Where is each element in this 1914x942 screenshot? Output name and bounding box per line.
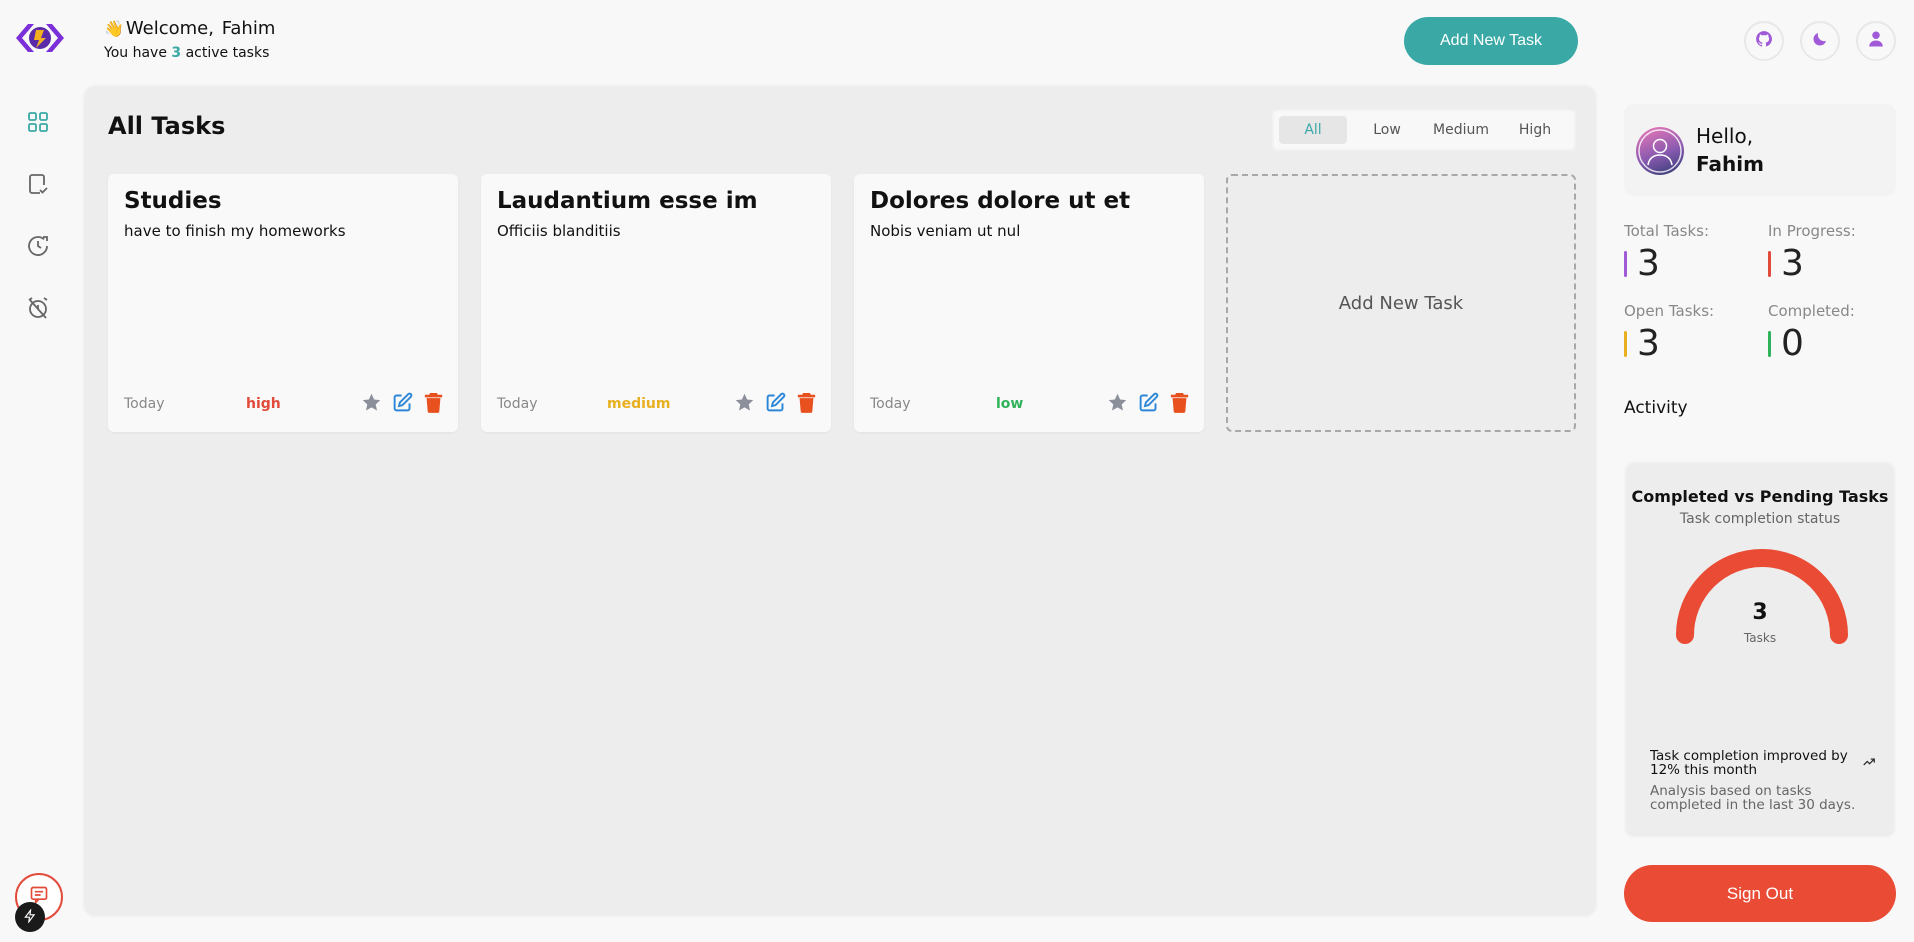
task-card: Studies have to finish my homeworks Toda… — [108, 174, 458, 432]
active-tasks-text: You have 3 active tasks — [104, 45, 275, 61]
stat-in-progress: In Progress: 3 — [1768, 222, 1898, 282]
task-priority: low — [996, 396, 1024, 412]
stat-bar — [1624, 331, 1627, 357]
star-icon[interactable] — [361, 392, 382, 413]
avatar[interactable] — [1636, 127, 1684, 175]
filter-low[interactable]: Low — [1353, 116, 1421, 144]
filter-high[interactable]: High — [1501, 116, 1569, 144]
stat-label: In Progress: — [1768, 222, 1856, 240]
stat-label: Total Tasks: — [1624, 222, 1710, 240]
user-icon — [1867, 30, 1885, 52]
trash-icon[interactable] — [423, 392, 444, 413]
task-actions — [1107, 392, 1190, 413]
welcome-heading: 👋 Welcome, Fahim — [104, 18, 275, 39]
profile-card: Hello, Fahim — [1624, 104, 1896, 196]
theme-toggle-button[interactable] — [1800, 21, 1840, 61]
stat-value: 3 — [1781, 243, 1804, 284]
add-task-card[interactable]: Add New Task — [1226, 174, 1576, 432]
edit-icon[interactable] — [765, 392, 786, 413]
bolt-icon — [23, 907, 37, 927]
task-title: Dolores dolore ut et — [870, 188, 1131, 214]
task-priority: high — [246, 396, 281, 412]
welcome-block: 👋 Welcome, Fahim You have 3 active tasks — [104, 18, 275, 61]
github-icon — [1755, 30, 1773, 52]
stat-label: Completed: — [1768, 302, 1855, 320]
stat-value: 3 — [1637, 243, 1660, 284]
welcome-prefix: Welcome, — [125, 18, 220, 39]
stat-label: Open Tasks: — [1624, 302, 1715, 320]
task-date: Today — [497, 396, 538, 412]
stat-bar — [1768, 251, 1771, 277]
task-description: Officiis blanditiis — [497, 222, 621, 240]
stat-total: Total Tasks: 3 — [1624, 222, 1754, 282]
profile-name: Fahim — [1696, 152, 1764, 176]
stat-bar — [1624, 251, 1627, 277]
task-date: Today — [870, 396, 911, 412]
analysis-note: Analysis based on tasks completed in the… — [1650, 783, 1856, 813]
task-description: have to finish my homeworks — [124, 222, 346, 240]
wave-icon: 👋 — [104, 19, 124, 38]
task-card: Laudantium esse im Officiis blanditiis T… — [481, 174, 831, 432]
task-card: Dolores dolore ut et Nobis veniam ut nul… — [854, 174, 1204, 432]
sign-out-button[interactable]: Sign Out — [1624, 865, 1896, 922]
app-logo[interactable] — [14, 20, 66, 56]
task-title: Studies — [124, 188, 222, 214]
page-title: All Tasks — [108, 112, 226, 140]
task-title: Laudantium esse im — [497, 188, 758, 214]
active-suffix: active tasks — [181, 45, 270, 61]
stat-value: 0 — [1781, 323, 1804, 364]
chart-subtitle: Task completion status — [1679, 511, 1841, 527]
star-icon[interactable] — [1107, 392, 1128, 413]
overdue-alarm-icon[interactable] — [24, 294, 52, 322]
priority-filter: All Low Medium High — [1272, 109, 1576, 151]
profile-button[interactable] — [1856, 21, 1896, 61]
trend-text: Task completion improved by 12% this mon… — [1650, 748, 1848, 778]
stat-value: 3 — [1637, 323, 1660, 364]
active-prefix: You have — [104, 45, 172, 61]
stat-completed: Completed: 0 — [1768, 302, 1898, 362]
hello-text: Hello, — [1696, 124, 1754, 148]
active-count: 3 — [171, 45, 182, 61]
completed-tasks-icon[interactable] — [24, 170, 52, 198]
pending-clock-icon[interactable] — [24, 232, 52, 260]
profile-greeting: Hello, Fahim — [1696, 122, 1764, 178]
edit-icon[interactable] — [1138, 392, 1159, 413]
grid-icon[interactable] — [24, 108, 52, 136]
trending-up-icon — [1863, 758, 1875, 766]
chart-title: Completed vs Pending Tasks — [1631, 487, 1889, 506]
star-icon[interactable] — [734, 392, 755, 413]
filter-medium[interactable]: Medium — [1427, 116, 1495, 144]
task-date: Today — [124, 396, 165, 412]
welcome-user-name: Fahim — [221, 18, 276, 39]
trash-icon[interactable] — [1169, 392, 1190, 413]
bolt-button[interactable] — [15, 902, 45, 932]
filter-all[interactable]: All — [1279, 116, 1347, 144]
stat-bar — [1768, 331, 1771, 357]
task-priority: medium — [607, 396, 671, 412]
task-actions — [361, 392, 444, 413]
github-button[interactable] — [1744, 21, 1784, 61]
task-description: Nobis veniam ut nul — [870, 222, 1021, 240]
add-new-task-button[interactable]: Add New Task — [1404, 17, 1578, 65]
edit-icon[interactable] — [392, 392, 413, 413]
tasks-panel: All Tasks All Low Medium High Studies ha… — [82, 84, 1598, 918]
moon-icon — [1811, 30, 1829, 52]
completion-gauge — [1676, 549, 1848, 644]
task-actions — [734, 392, 817, 413]
activity-heading: Activity — [1624, 398, 1688, 418]
gauge-label: Tasks — [1743, 631, 1777, 645]
stat-open: Open Tasks: 3 — [1624, 302, 1754, 362]
completion-chart-card: Completed vs Pending Tasks Task completi… — [1624, 461, 1896, 838]
trash-icon[interactable] — [796, 392, 817, 413]
gauge-value: 3 — [1752, 600, 1768, 625]
